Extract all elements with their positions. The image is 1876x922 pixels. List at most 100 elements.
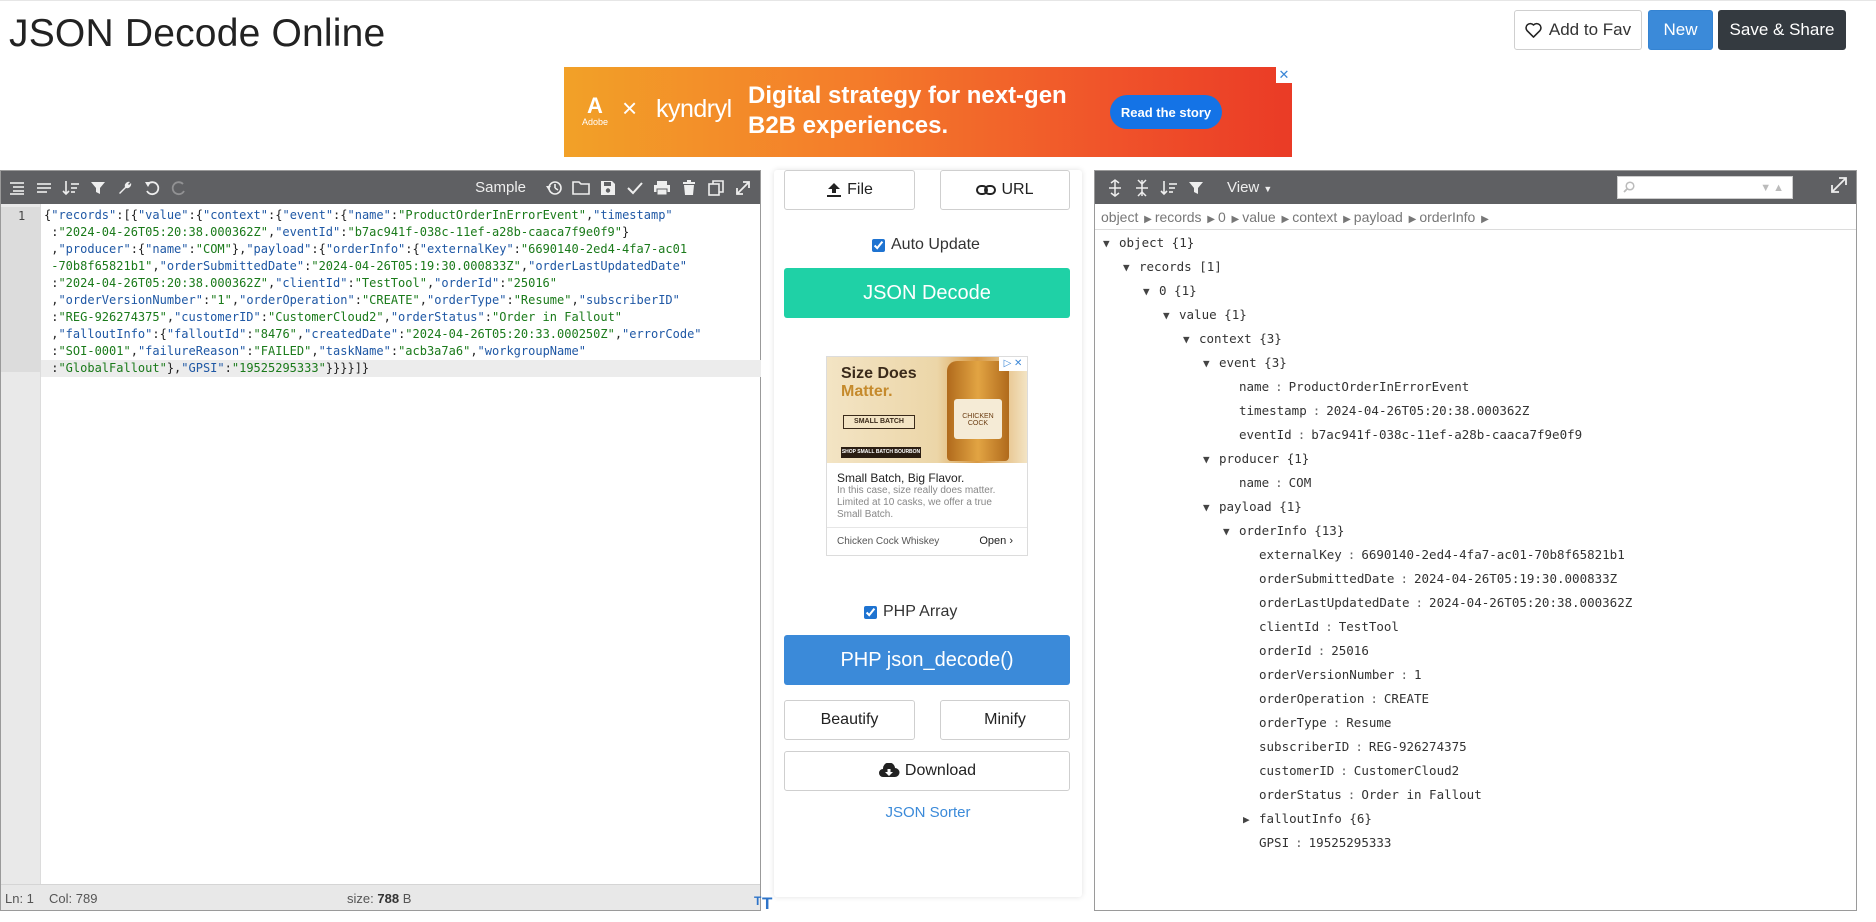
ad-choices-icon[interactable]: ▷ ✕	[999, 357, 1027, 371]
save-icon[interactable]	[596, 176, 619, 199]
filter-icon[interactable]	[1184, 176, 1207, 199]
expanded-toggle-icon[interactable]: ▼	[1103, 232, 1119, 256]
fullscreen-icon[interactable]	[731, 176, 754, 199]
load-url-button[interactable]: URL	[940, 170, 1070, 210]
tree-node[interactable]: orderId:25016	[1259, 639, 1369, 663]
tree-node[interactable]: ▼ 0 {1}	[1143, 279, 1197, 303]
filter-icon[interactable]	[86, 176, 109, 199]
breadcrumb-item[interactable]: object	[1101, 209, 1138, 225]
tree-node[interactable]: name: COM	[1239, 471, 1311, 495]
text-larger-icon[interactable]: T	[762, 894, 772, 914]
tree-node[interactable]: orderType: Resume	[1259, 711, 1391, 735]
tree-node[interactable]: customerID: CustomerCloud2	[1259, 759, 1459, 783]
tree-node[interactable]: ▼ object {1}	[1103, 231, 1194, 255]
php-array-toggle[interactable]: PHP Array	[864, 603, 957, 621]
tree-node-value[interactable]: Resume	[1346, 715, 1391, 730]
tree-node[interactable]: ▼ orderInfo {13}	[1223, 519, 1344, 543]
repair-wrench-icon[interactable]	[113, 176, 136, 199]
php-array-checkbox[interactable]	[864, 605, 877, 619]
tree-node[interactable]: orderSubmittedDate:2024-04-26T05:19:30.0…	[1259, 567, 1617, 591]
sort-icon[interactable]	[1157, 176, 1180, 199]
redo-icon[interactable]	[167, 176, 190, 199]
tree-node-value[interactable]: 2024-04-26T05:20:38.000362Z	[1326, 403, 1529, 418]
auto-update-checkbox[interactable]	[872, 238, 885, 252]
sidebar-ad[interactable]: Size Does Matter. SMALL BATCH SHOP SMALL…	[826, 356, 1028, 556]
text-smaller-icon[interactable]: T	[754, 894, 761, 908]
tree-node[interactable]: eventId: b7ac941f-038c-11ef-a28b-caaca7f9…	[1239, 423, 1582, 447]
tree-node-value[interactable]: CustomerCloud2	[1354, 763, 1459, 778]
breadcrumb-item[interactable]: value	[1242, 209, 1275, 225]
sample-button[interactable]: Sample	[475, 179, 526, 196]
tree-node[interactable]: name: ProductOrderInErrorEvent	[1239, 375, 1469, 399]
beautify-button[interactable]: Beautify	[784, 700, 915, 740]
json-code-text[interactable]: {"records":[{"value":{"context":{"event"…	[44, 207, 760, 377]
php-json-decode-button[interactable]: PHP json_decode()	[784, 635, 1070, 685]
ad-close-icon[interactable]: ✕	[1276, 67, 1292, 83]
breadcrumb-item[interactable]: context	[1292, 209, 1337, 225]
tree-node[interactable]: ▼ context {3}	[1183, 327, 1282, 351]
upload-file-button[interactable]: File	[784, 170, 915, 210]
delete-trash-icon[interactable]	[677, 176, 700, 199]
tree-node-value[interactable]: 2024-04-26T05:19:30.000833Z	[1414, 571, 1617, 586]
tree-node[interactable]: ▶ falloutInfo {6}	[1243, 807, 1372, 831]
collapse-all-icon[interactable]	[1130, 176, 1153, 199]
history-icon[interactable]	[542, 176, 565, 199]
tree-node[interactable]: ▼ value {1}	[1163, 303, 1247, 327]
validate-check-icon[interactable]	[623, 176, 646, 199]
tree-node-value[interactable]: 25016	[1331, 643, 1369, 658]
save-share-button[interactable]: Save & Share	[1718, 10, 1846, 50]
tree-node[interactable]: orderLastUpdatedDate:2024-04-26T05:20:38…	[1259, 591, 1632, 615]
tree-node[interactable]: clientId: TestTool	[1259, 615, 1399, 639]
tree-node-value[interactable]: 19525295333	[1309, 835, 1392, 850]
tree-node[interactable]: ▼ producer {1}	[1203, 447, 1309, 471]
tree-node-value[interactable]: REG-926274375	[1369, 739, 1467, 754]
tree-node[interactable]: orderOperation: CREATE	[1259, 687, 1429, 711]
copy-icon[interactable]	[704, 176, 727, 199]
json-sorter-link[interactable]: JSON Sorter	[774, 804, 1082, 821]
expanded-toggle-icon[interactable]: ▼	[1203, 496, 1219, 520]
tree-node-value[interactable]: 1	[1414, 667, 1422, 682]
expanded-toggle-icon[interactable]: ▼	[1203, 448, 1219, 472]
tree-node-value[interactable]: CREATE	[1384, 691, 1429, 706]
tree-node[interactable]: orderVersionNumber:1	[1259, 663, 1422, 687]
auto-update-toggle[interactable]: Auto Update	[872, 236, 980, 254]
tree-search-input[interactable]: ▼▲	[1617, 176, 1793, 199]
tree-node[interactable]: ▼ event {3}	[1203, 351, 1287, 375]
new-button[interactable]: New	[1648, 10, 1713, 50]
tree-node[interactable]: subscriberID: REG-926274375	[1259, 735, 1467, 759]
tree-node[interactable]: ▼ payload {1}	[1203, 495, 1302, 519]
tree-node-value[interactable]: COM	[1289, 475, 1312, 490]
open-folder-icon[interactable]	[569, 176, 592, 199]
tree-node[interactable]: ▼ records [1]	[1123, 255, 1222, 279]
breadcrumb-item[interactable]: records	[1155, 209, 1202, 225]
breadcrumb-item[interactable]: orderInfo	[1419, 209, 1475, 225]
tree-node-value[interactable]: Order in Fallout	[1361, 787, 1481, 802]
format-icon[interactable]	[5, 176, 28, 199]
expand-all-icon[interactable]	[1103, 176, 1126, 199]
expanded-toggle-icon[interactable]: ▼	[1163, 304, 1179, 328]
tree-node-value[interactable]: b7ac941f-038c-11ef-a28b-caaca7f9e0f9	[1311, 427, 1582, 442]
ad-open-link[interactable]: Open ›	[979, 535, 1013, 547]
code-editor[interactable]: 1 {"records":[{"value":{"context":{"even…	[1, 204, 761, 884]
add-to-fav-button[interactable]: Add to Fav	[1514, 10, 1642, 50]
expanded-toggle-icon[interactable]: ▼	[1203, 352, 1219, 376]
compact-icon[interactable]	[32, 176, 55, 199]
tree-node[interactable]: timestamp:2024-04-26T05:20:38.000362Z	[1239, 399, 1529, 423]
expanded-toggle-icon[interactable]: ▼	[1223, 520, 1239, 544]
json-decode-button[interactable]: JSON Decode	[784, 268, 1070, 318]
undo-icon[interactable]	[140, 176, 163, 199]
ad-read-story-button[interactable]: Read the story	[1110, 95, 1222, 129]
tree-node[interactable]: GPSI:19525295333	[1259, 831, 1391, 855]
tree-node-value[interactable]: TestTool	[1339, 619, 1399, 634]
tree-node[interactable]: externalKey:6690140-2ed4-4fa7-ac01-70b8f…	[1259, 543, 1625, 567]
expanded-toggle-icon[interactable]: ▼	[1123, 256, 1139, 280]
expanded-toggle-icon[interactable]: ▼	[1143, 280, 1159, 304]
print-icon[interactable]	[650, 176, 673, 199]
collapsed-toggle-icon[interactable]: ▶	[1243, 808, 1259, 832]
fullscreen-icon[interactable]	[1830, 176, 1848, 199]
minify-button[interactable]: Minify	[940, 700, 1070, 740]
sort-icon[interactable]	[59, 176, 82, 199]
tree-node-value[interactable]: 2024-04-26T05:20:38.000362Z	[1429, 595, 1632, 610]
download-button[interactable]: Download	[784, 751, 1070, 791]
ad-banner[interactable]: A Adobe × kyndryl Digital strategy for n…	[564, 67, 1292, 157]
